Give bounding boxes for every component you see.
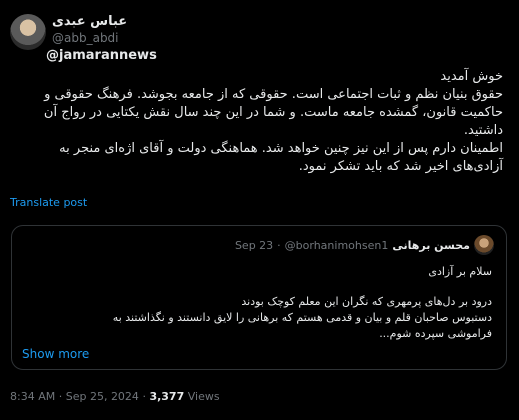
- quote-author-name: محسن برهانی: [392, 238, 470, 252]
- translate-post-link[interactable]: Translate post: [10, 196, 87, 209]
- quote-greeting: سلام بر آزادی: [428, 265, 492, 278]
- tweet: عباس عبدی @abb_abdi @jamarannews خوش آمد…: [0, 0, 519, 420]
- quote-header: محسن برهانی @borhanimohsen1 · Sep 23: [235, 235, 494, 255]
- views-count: 3,377: [149, 390, 185, 403]
- author-info: عباس عبدی @abb_abdi: [52, 14, 127, 46]
- body-line: حقوق بنیان نظم و ثبات اجتماعی است. حقوقی…: [43, 87, 503, 138]
- quoted-tweet[interactable]: محسن برهانی @borhanimohsen1 · Sep 23 سلا…: [11, 225, 507, 370]
- quote-date: Sep 23: [234, 238, 274, 252]
- author-avatar[interactable]: [10, 14, 46, 50]
- author-display-name[interactable]: عباس عبدی: [52, 14, 127, 30]
- quote-author-handle: @borhanimohsen1: [284, 238, 389, 252]
- author-handle[interactable]: @abb_abdi: [52, 30, 127, 46]
- body-line: خوش آمدید: [440, 69, 503, 84]
- meta-separator: ·: [142, 390, 146, 403]
- body-line: اطمینان دارم پس از این نیز چنین خواهد شد…: [59, 141, 503, 174]
- quote-line: فراموشی سپرده شوم...: [379, 327, 492, 340]
- tweet-time[interactable]: 8:34 AM: [10, 390, 55, 403]
- quote-body: سلام بر آزادی درود بر دل‌های پرمهری که ن…: [32, 264, 492, 342]
- tweet-date[interactable]: Sep 25, 2024: [66, 390, 139, 403]
- quote-separator: ·: [277, 238, 281, 252]
- views-label: Views: [187, 390, 220, 403]
- tweet-body: خوش آمدید حقوق بنیان نظم و ثبات اجتماعی …: [23, 68, 503, 176]
- show-more-link[interactable]: Show more: [22, 347, 89, 361]
- meta-separator: ·: [58, 390, 63, 403]
- tweet-meta: 8:34 AM · Sep 25, 2024 · 3,377 Views: [10, 390, 220, 403]
- quote-author-avatar: [474, 235, 494, 255]
- quote-line: دستبوس صاحبان قلم و بیان و قدمی هستم که …: [112, 311, 492, 324]
- quote-line: درود بر دل‌های پرمهری که نگران این معلم …: [241, 295, 492, 308]
- mention-link[interactable]: @jamarannews: [46, 48, 157, 63]
